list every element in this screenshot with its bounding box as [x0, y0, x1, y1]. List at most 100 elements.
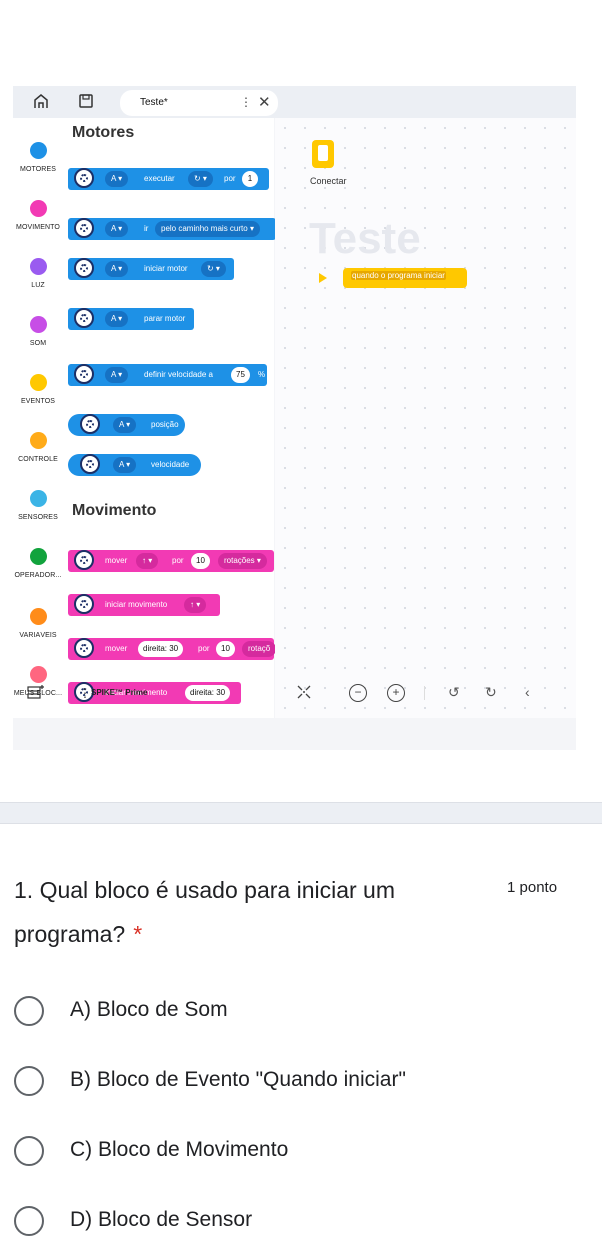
programming-canvas[interactable]: Conectar Teste quando o programa iniciar — [275, 118, 576, 718]
block-label: por — [198, 644, 210, 653]
value-input[interactable]: 10 — [216, 641, 235, 657]
top-tab-bar: Teste* ⋮ ✕ — [13, 86, 576, 118]
connect-label[interactable]: Conectar — [310, 176, 347, 186]
save-icon[interactable] — [76, 92, 96, 112]
project-title-watermark: Teste — [309, 214, 421, 263]
block-move[interactable]: mover ↑ ▾ por 10 rotações ▾ — [68, 550, 274, 572]
block-move-steer[interactable]: mover direita: 30 por 10 rotaçõ — [68, 638, 277, 660]
category-luz[interactable]: LUZ — [13, 258, 63, 289]
category-dot — [29, 432, 47, 449]
block-label: por — [172, 556, 184, 565]
block-set-speed[interactable]: A ▾ definir velocidade a 75 % — [68, 364, 267, 386]
zoom-in-button[interactable]: + — [387, 684, 405, 702]
option-label[interactable]: C) Bloco de Movimento — [70, 1138, 288, 1162]
home-icon[interactable] — [31, 92, 51, 112]
radio-button[interactable] — [14, 1136, 44, 1166]
path-dropdown[interactable]: pelo caminho mais curto ▾ — [155, 221, 260, 237]
block-label: velocidade — [151, 460, 190, 469]
port-dropdown[interactable]: A ▾ — [113, 457, 137, 473]
value-input[interactable]: 1 — [242, 171, 258, 187]
radio-button[interactable] — [14, 996, 44, 1026]
category-dot — [29, 258, 47, 275]
block-label: definir velocidade a — [144, 370, 213, 379]
direction-dropdown[interactable]: ↻ ▾ — [201, 261, 226, 277]
redo-icon[interactable]: ↻ — [485, 684, 497, 701]
category-dot — [29, 316, 47, 333]
block-start-move[interactable]: iniciar movimento ↑ ▾ — [68, 594, 220, 616]
motor-icon — [74, 218, 94, 238]
category-label: OPERADOR... — [14, 572, 62, 579]
block-label: executar — [144, 174, 175, 183]
device-menu-icon[interactable]: ⋮ — [79, 686, 91, 700]
option-label[interactable]: D) Bloco de Sensor — [70, 1208, 252, 1232]
percent-label: % — [258, 370, 266, 379]
category-dot — [29, 666, 47, 683]
unit-dropdown[interactable]: rotações ▾ — [218, 553, 267, 569]
close-icon[interactable]: ✕ — [258, 93, 271, 111]
bottom-toolbar: ⋮ SPIKE™ Prime − + ↺ ↻ ‹ — [13, 684, 576, 724]
play-icon[interactable] — [319, 273, 327, 283]
category-operadores[interactable]: OPERADOR... — [13, 548, 63, 579]
port-dropdown[interactable]: A ▾ — [105, 311, 129, 327]
reporter-position[interactable]: A ▾ posição — [68, 414, 185, 436]
category-motores[interactable]: MOTORES — [13, 142, 63, 173]
radio-button[interactable] — [14, 1206, 44, 1236]
tab-menu-icon[interactable]: ⋮ — [240, 95, 252, 109]
direction-dropdown[interactable]: ↑ ▾ — [184, 597, 207, 613]
option-label[interactable]: A) Bloco de Som — [70, 998, 228, 1022]
palette-section-title: Motores — [72, 124, 135, 141]
category-label: SOM — [29, 340, 47, 347]
unit-dropdown[interactable]: rotaçõ — [242, 641, 277, 657]
category-movimento[interactable]: MOVIMENTO — [13, 200, 63, 231]
radio-button[interactable] — [14, 1066, 44, 1096]
motor-icon — [80, 414, 100, 434]
motor-icon — [74, 364, 94, 384]
block-label: parar motor — [144, 314, 186, 323]
port-dropdown[interactable]: A ▾ — [105, 261, 129, 277]
center-view-icon[interactable] — [296, 684, 312, 703]
category-variaveis[interactable]: VARIÁVEIS — [13, 608, 63, 639]
project-tab[interactable]: Teste* ⋮ ✕ — [120, 90, 278, 116]
category-label: MOVIMENTO — [16, 224, 60, 231]
port-dropdown[interactable]: A ▾ — [105, 171, 129, 187]
block-start-motor[interactable]: A ▾ iniciar motor ↻ ▾ — [68, 258, 234, 280]
steering-input[interactable]: direita: 30 — [138, 641, 184, 657]
motor-icon — [80, 454, 100, 474]
question-points: 1 ponto — [507, 879, 558, 896]
motor-icon — [74, 308, 94, 328]
required-marker: * — [133, 921, 143, 947]
speed-input[interactable]: 75 — [231, 367, 250, 383]
collapse-panel-icon[interactable]: ‹ — [525, 684, 530, 700]
reporter-speed[interactable]: A ▾ velocidade — [68, 454, 201, 476]
block-stop-motor[interactable]: A ▾ parar motor — [68, 308, 194, 330]
movement-icon — [74, 638, 94, 658]
block-run-motor[interactable]: A ▾ executar ↻ ▾ por 1 — [68, 168, 269, 190]
block-label: ir — [144, 224, 149, 233]
category-dot — [29, 374, 47, 391]
toolbar-divider — [424, 686, 425, 700]
value-input[interactable]: 10 — [191, 553, 210, 569]
port-dropdown[interactable]: A ▾ — [105, 367, 129, 383]
block-label: por — [224, 174, 236, 183]
category-controle[interactable]: CONTROLE — [13, 432, 63, 463]
event-block-when-program-starts[interactable]: quando o programa iniciar — [343, 268, 467, 288]
port-dropdown[interactable]: A ▾ — [113, 417, 137, 433]
direction-dropdown[interactable]: ↻ ▾ — [188, 171, 213, 187]
block-go-motor[interactable]: A ▾ ir pelo caminho mais curto ▾ — [68, 218, 276, 240]
category-label: LUZ — [31, 282, 45, 289]
undo-icon[interactable]: ↺ — [448, 684, 460, 701]
category-label: MOTORES — [20, 166, 56, 173]
category-eventos[interactable]: EVENTOS — [13, 374, 63, 405]
port-dropdown[interactable]: A ▾ — [105, 221, 129, 237]
section-divider — [0, 802, 602, 824]
category-sidebar: MOTORES MOVIMENTO LUZ SOM EVENTOS CONTRO… — [13, 118, 63, 718]
zoom-out-button[interactable]: − — [349, 684, 367, 702]
question-text: 1. Qual bloco é usado para iniciar um pr… — [14, 868, 474, 956]
category-sensores[interactable]: SENSORES — [13, 490, 63, 521]
option-label[interactable]: B) Bloco de Evento "Quando iniciar" — [70, 1068, 406, 1092]
hub-icon[interactable] — [312, 140, 334, 168]
direction-dropdown[interactable]: ↑ ▾ — [136, 553, 159, 569]
category-som[interactable]: SOM — [13, 316, 63, 347]
category-label: SENSORES — [18, 514, 58, 521]
category-dot — [29, 548, 47, 565]
